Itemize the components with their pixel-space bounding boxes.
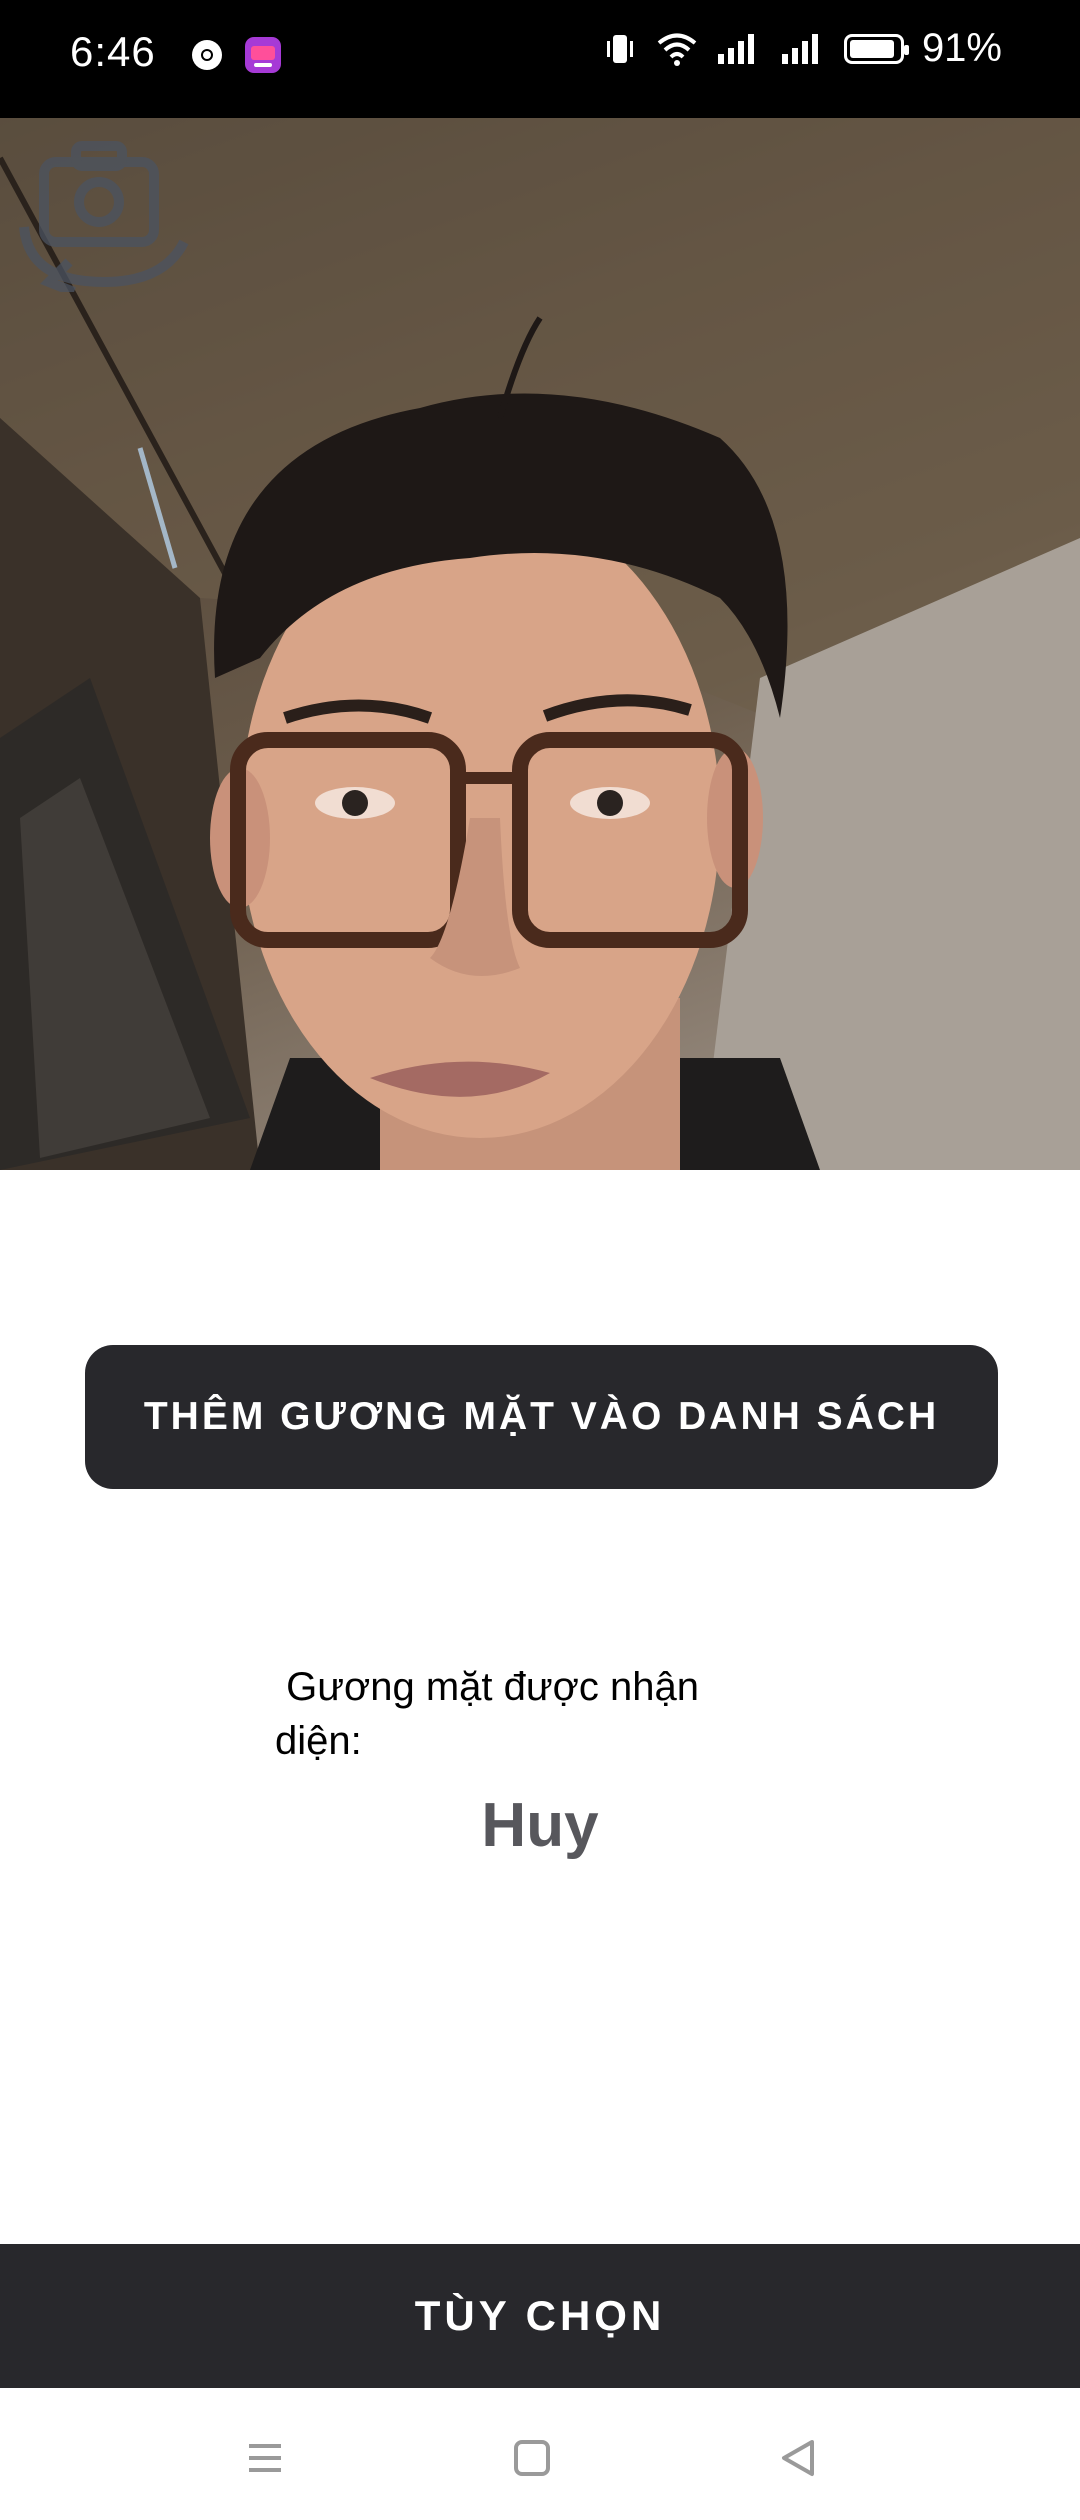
options-button[interactable]: TÙY CHỌN [0,2244,1080,2388]
wifi-icon [657,33,697,66]
vibrate-icon [606,34,633,63]
menu-icon[interactable] [235,2428,295,2488]
status-bar: 6:46 91% [0,0,1080,118]
camera-preview[interactable] [0,118,1080,1170]
back-icon[interactable] [768,2428,828,2488]
recognized-face-label: Gương mặt được nhận diện: [275,1660,795,1768]
status-time: 6:46 [70,28,156,75]
recognized-name: Huy [481,1791,599,1860]
chrome-icon [192,40,222,70]
recognized-face-label-line1: Gương mặt được nhận [275,1665,699,1709]
app-notification-icon [245,37,281,73]
signal-icon [781,33,818,64]
add-face-button[interactable]: THÊM GƯƠNG MẶT VÀO DANH SÁCH [85,1345,998,1489]
navigation-bar [0,2388,1080,2520]
home-icon[interactable] [502,2428,562,2488]
signal-icon [717,33,754,64]
battery-percent: 91% [921,26,1002,70]
recognized-face-label-line2: diện: [275,1719,362,1763]
battery-icon [843,33,909,64]
switch-camera-icon[interactable] [14,132,194,292]
